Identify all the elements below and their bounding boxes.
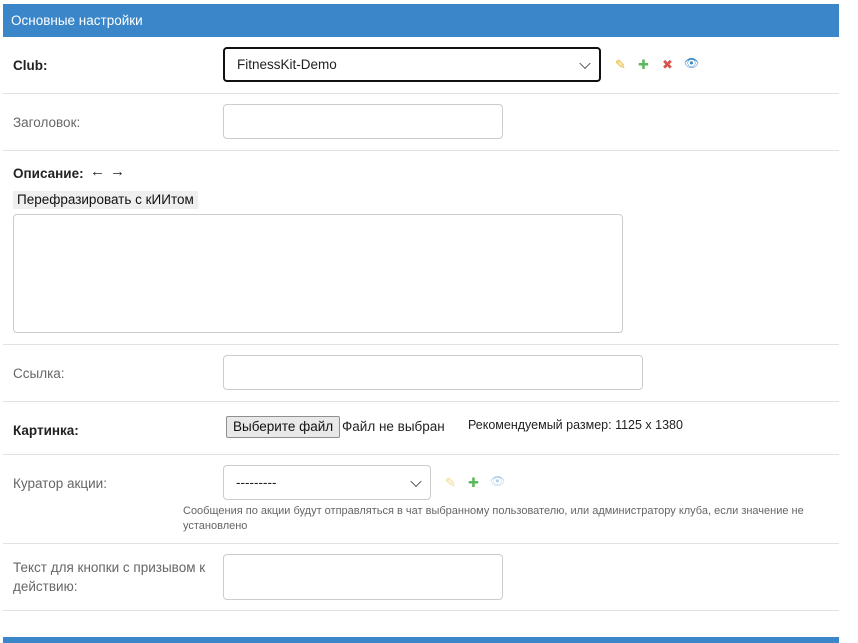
curator-select[interactable]: --------- xyxy=(223,465,431,500)
chevron-down-icon xyxy=(410,475,422,487)
link-input[interactable] xyxy=(223,355,643,390)
cta-input[interactable] xyxy=(223,554,503,600)
plus-icon[interactable]: ✚ xyxy=(468,475,479,491)
curator-help-text: Сообщения по акции будут отправляться в … xyxy=(183,505,804,532)
curator-row: Куратор акции: --------- ✎ ✚ 👁 Сообщения… xyxy=(3,455,839,544)
cta-label: Текст для кнопки с призывом к действию: xyxy=(13,560,206,594)
curator-select-value: --------- xyxy=(236,475,277,490)
description-textarea[interactable] xyxy=(13,214,623,333)
rephrase-ai-button[interactable]: Перефразировать с кИИтом xyxy=(13,191,198,209)
title-label: Заголовок: xyxy=(13,115,81,130)
next-section-header xyxy=(3,637,839,643)
eye-icon: 👁 xyxy=(490,474,506,488)
recommended-size-text: Рекомендуемый размер: 1125 x 1380 xyxy=(468,418,683,432)
club-select-value: FitnessKit-Demo xyxy=(237,57,337,72)
chevron-down-icon xyxy=(579,57,591,69)
title-row: Заголовок: xyxy=(3,94,839,151)
title-input[interactable] xyxy=(223,104,503,139)
eye-icon[interactable]: 👁 xyxy=(684,56,699,70)
image-row: Картинка: Выберите файл Файл не выбран Р… xyxy=(3,402,839,455)
plus-icon[interactable]: ✚ xyxy=(638,57,649,73)
undo-arrow-icon[interactable]: ← xyxy=(90,163,105,180)
description-row: Описание: ← → Перефразировать с кИИтом xyxy=(3,151,839,345)
link-row: Ссылка: xyxy=(3,345,839,402)
pencil-icon: ✎ xyxy=(445,475,456,490)
cta-row: Текст для кнопки с призывом к действию: xyxy=(3,544,839,611)
section-title: Основные настройки xyxy=(11,13,143,28)
link-label: Ссылка: xyxy=(13,366,65,381)
section-header: Основные настройки xyxy=(3,4,839,37)
redo-arrow-icon[interactable]: → xyxy=(110,163,125,180)
choose-file-button[interactable]: Выберите файл xyxy=(226,416,341,438)
cross-icon[interactable]: ✖ xyxy=(662,57,673,73)
club-row: Club: FitnessKit-Demo ✎ ✚ ✖ 👁 xyxy=(3,37,839,94)
club-label: Club: xyxy=(13,58,48,73)
no-file-text: Файл не выбран xyxy=(342,419,445,434)
curator-label: Куратор акции: xyxy=(13,476,107,491)
club-select[interactable]: FitnessKit-Demo xyxy=(223,47,601,82)
pencil-icon[interactable]: ✎ xyxy=(615,57,626,73)
description-label: Описание: xyxy=(13,166,84,181)
image-label: Картинка: xyxy=(13,423,79,438)
